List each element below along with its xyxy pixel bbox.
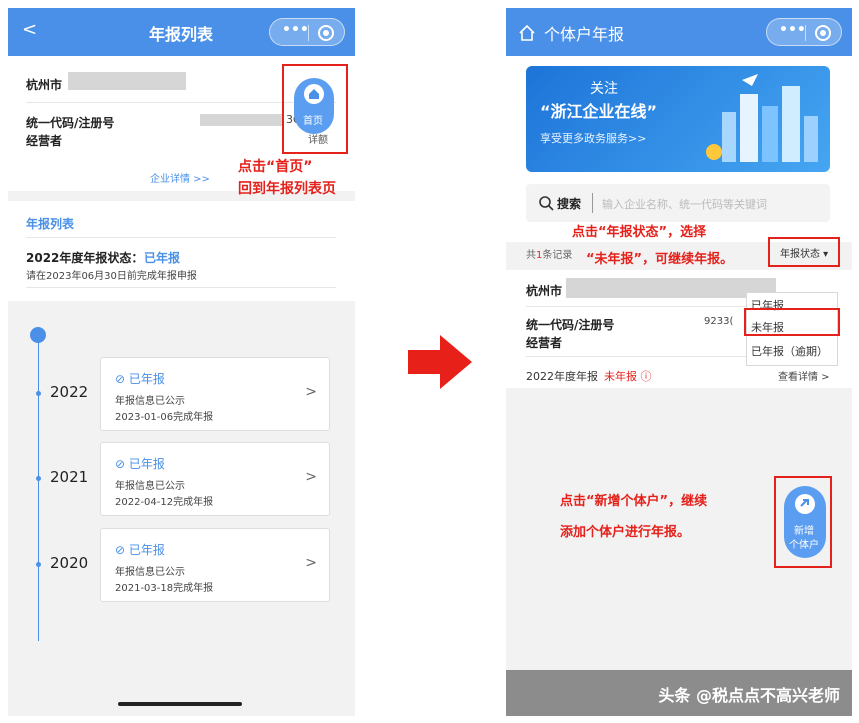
redacted-code	[200, 114, 284, 126]
year-status: 未年报 ⓘ	[604, 370, 652, 383]
left-nav-bar: < 年报列表 •••	[8, 8, 355, 56]
status-dropdown[interactable]: 年报状态 ▾	[780, 245, 828, 260]
back-icon[interactable]: <	[22, 19, 37, 40]
code-label: 统一代码/注册号	[26, 116, 115, 130]
arrow-right-icon	[408, 335, 472, 389]
banner-line3: 享受更多政务服务>>	[540, 132, 647, 145]
search-icon	[539, 196, 554, 211]
record-count: 共1条记录	[526, 250, 573, 261]
deadline-text: 请在2023年06月30日前完成年报申报	[26, 271, 197, 282]
status-done: ⊘ 已年报	[115, 372, 165, 386]
chevron-right-icon: >	[305, 555, 317, 571]
mini-program-capsule[interactable]: •••	[269, 18, 345, 46]
timeline: 2022 ⊘ 已年报 年报信息已公示 2023-01-06完成年报 > 2021…	[8, 313, 355, 716]
timeline-card-2022[interactable]: ⊘ 已年报 年报信息已公示 2023-01-06完成年报 >	[100, 357, 330, 431]
search-input[interactable]: 输入企业名称、统一代码等关键词	[602, 196, 767, 212]
year-2020: 2020	[50, 554, 89, 572]
add-highlight-box	[774, 476, 832, 568]
mini-program-capsule[interactable]: •••	[766, 18, 842, 46]
code-label: 统一代码/注册号	[526, 318, 615, 332]
left-phone-screen: < 年报列表 ••• 杭州市 统一代码/注册号 3Q 经营者 详额 企业详情 >…	[8, 8, 355, 716]
company-city: 杭州市	[26, 78, 63, 92]
timeline-line	[38, 341, 39, 641]
operator-label: 经营者	[526, 336, 563, 350]
redacted-name	[566, 278, 776, 298]
promo-banner[interactable]: 关注 “浙江企业在线” 享受更多政务服务>>	[526, 66, 830, 172]
banner-line1: 关注	[590, 81, 618, 97]
home-indicator	[118, 702, 242, 706]
search-bar[interactable]: 搜索 输入企业名称、统一代码等关键词	[526, 184, 830, 222]
search-label: 搜索	[557, 197, 582, 211]
close-target-icon[interactable]	[815, 25, 831, 41]
status-label: 2022年度年报状态：	[26, 251, 144, 265]
page-title: 年报列表	[149, 25, 214, 44]
status-value: 已年报	[144, 251, 181, 265]
operator-label: 经营者	[26, 134, 63, 148]
not-done-highlight-box	[744, 308, 840, 336]
city-illustration-icon	[706, 74, 818, 162]
close-target-icon[interactable]	[318, 25, 334, 41]
code-value-head: 9233(	[704, 316, 734, 327]
report-list-section: 年报列表 2022年度年报状态： 已年报 请在2023年06月30日前完成年报申…	[8, 201, 355, 301]
home-highlight-box	[282, 64, 348, 154]
chevron-right-icon: >	[305, 384, 317, 400]
timeline-card-2021[interactable]: ⊘ 已年报 年报信息已公示 2022-04-12完成年报 >	[100, 442, 330, 516]
page-title: 个体户年报	[544, 25, 625, 44]
report-list-title: 年报列表	[26, 217, 75, 231]
annotation-add: 点击“新增个体户”，继续 添加个体户进行年报。	[560, 494, 708, 540]
year-2021: 2021	[50, 468, 89, 486]
more-icon[interactable]: •••	[779, 22, 806, 38]
redacted-name	[68, 72, 186, 90]
annotation-status: 点击“年报状态”，选择	[572, 225, 707, 240]
status-done: ⊘ 已年报	[115, 457, 165, 471]
view-detail-link[interactable]: 查看详情 >	[778, 368, 830, 383]
option-overdue[interactable]: 已年报（逾期）	[751, 343, 828, 359]
chevron-right-icon: >	[305, 469, 317, 485]
more-icon[interactable]: •••	[282, 22, 309, 38]
timeline-card-2020[interactable]: ⊘ 已年报 年报信息已公示 2021-03-18完成年报 >	[100, 528, 330, 602]
year-2022: 2022	[50, 383, 89, 401]
annotation-home: 点击“首页” 回到年报列表页	[238, 159, 336, 197]
annotation-status-2: “未年报”，可继续年报。	[586, 252, 734, 267]
status-done: ⊘ 已年报	[115, 543, 165, 557]
company-city: 杭州市	[526, 284, 563, 298]
home-outline-icon[interactable]	[518, 24, 536, 42]
right-nav-bar: 个体户年报 •••	[506, 8, 852, 56]
banner-line2: “浙江企业在线”	[540, 102, 658, 121]
right-phone-screen: 个体户年报 ••• 关注 “浙江企业在线” 享受更多政务服务>> 搜索 输入企业…	[506, 8, 852, 716]
watermark-bar: 头条 @税点点不高兴老师	[506, 670, 852, 716]
company-detail-link[interactable]: 企业详情 >>	[150, 170, 210, 185]
watermark-text: 头条 @税点点不高兴老师	[658, 686, 840, 705]
year-label: 2022年度年报	[526, 370, 598, 383]
